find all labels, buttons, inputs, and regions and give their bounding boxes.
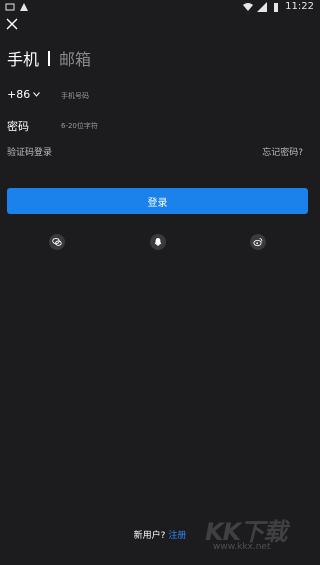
country-code-selector[interactable]: +86 <box>7 88 41 101</box>
status-bar: 11:22 <box>0 0 320 16</box>
watermark-url: www.kkx.net <box>213 542 271 552</box>
wechat-icon <box>52 237 62 246</box>
wifi-icon <box>243 2 254 11</box>
password-input[interactable] <box>61 120 301 132</box>
signal-icon <box>257 1 268 12</box>
tab-email[interactable]: 邮箱 <box>59 46 91 70</box>
phone-input[interactable] <box>61 90 301 102</box>
password-label: 密码 <box>7 120 29 133</box>
qq-login-button[interactable] <box>150 234 166 250</box>
wechat-login-button[interactable] <box>49 234 65 250</box>
chevron-down-icon <box>33 92 41 97</box>
country-code-value: +86 <box>7 88 31 101</box>
login-tabs: 手机 邮箱 <box>7 46 91 70</box>
sms-login-link[interactable]: 验证码登录 <box>7 145 52 158</box>
tab-divider <box>48 50 51 66</box>
new-user-text: 新用户? <box>133 531 166 541</box>
weibo-login-button[interactable] <box>250 234 266 250</box>
forgot-password-link[interactable]: 忘记密码? <box>262 145 303 158</box>
weibo-icon <box>253 238 263 247</box>
register-link[interactable]: 注册 <box>168 531 186 541</box>
watermark: KK下载 www.kkx.net <box>205 512 305 560</box>
close-icon[interactable] <box>5 17 19 31</box>
login-button[interactable]: 登录 <box>7 188 308 214</box>
alert-icon <box>20 3 28 11</box>
notification-icon <box>5 3 15 11</box>
battery-icon <box>274 2 279 12</box>
status-time: 11:22 <box>285 1 314 12</box>
tab-phone[interactable]: 手机 <box>7 46 39 70</box>
qq-icon <box>154 238 162 246</box>
